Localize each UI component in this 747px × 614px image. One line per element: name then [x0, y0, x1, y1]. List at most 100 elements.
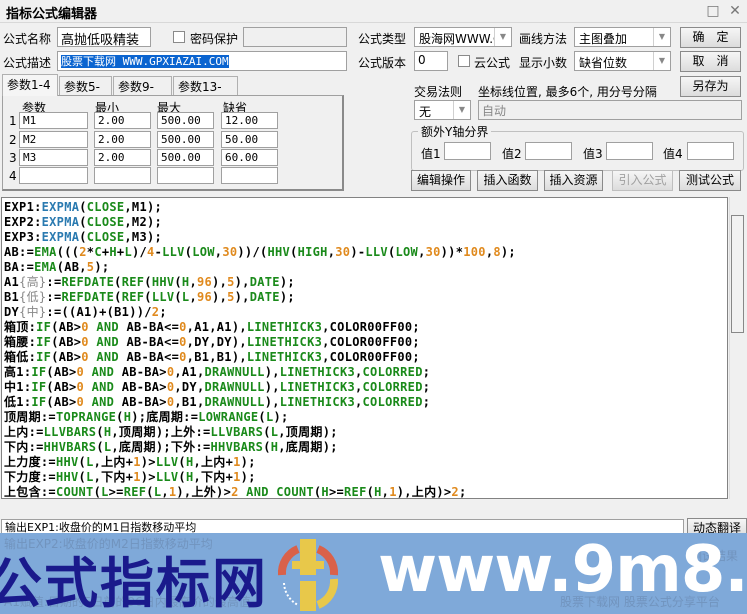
code-token: EXPMA [41, 200, 80, 214]
code-token: ); [273, 410, 289, 424]
y-value-2-input[interactable] [525, 142, 572, 160]
code-line: EXP2:EXPMA(CLOSE,M2); [4, 215, 162, 230]
param-name-input[interactable]: M2 [19, 131, 88, 148]
code-token: - [154, 245, 163, 259]
code-line: 上包含:=COUNT(L>=REF(L,1),上外)>2 AND COUNT(H… [4, 485, 467, 499]
y-value-4-label: 值4 [663, 147, 683, 161]
password-checkbox[interactable] [173, 31, 185, 43]
code-token: 低1: [4, 395, 32, 409]
code-token: 1 [133, 455, 141, 469]
code-token: HHVBARS [210, 440, 264, 454]
code-token: ; [422, 395, 431, 409]
code-token: 1 [133, 470, 141, 484]
import-formula-button[interactable]: 引入公式 [612, 170, 673, 191]
code-token: 高1: [4, 365, 32, 379]
code-token: (AB> [51, 335, 82, 349]
code-token: ,COLOR00FF00; [322, 350, 420, 364]
param-default-input[interactable] [221, 167, 278, 184]
param-max-input[interactable]: 500.00 [157, 149, 214, 166]
code-token: ; [458, 485, 467, 499]
cloud-formula-checkbox[interactable] [458, 55, 470, 67]
code-token: ), [234, 275, 250, 289]
code-token: AB:= [4, 245, 35, 259]
cancel-button[interactable]: 取 消 [680, 51, 741, 72]
param-name-input[interactable] [19, 167, 88, 184]
password-input[interactable] [243, 27, 347, 47]
code-token: 0 [76, 365, 85, 379]
insert-function-button[interactable]: 插入函数 [477, 170, 538, 191]
code-token: 0 [81, 350, 89, 364]
ok-button[interactable]: 确 定 [680, 27, 741, 48]
formula-code-editor[interactable]: EXP1:EXPMA(CLOSE,M1); EXP2:EXPMA(CLOSE,M2… [1, 197, 728, 499]
tab-params-5-8[interactable]: 参数5-8 [59, 76, 112, 109]
code-token: ,底周期); [278, 440, 338, 454]
y-value-1-input[interactable] [444, 142, 491, 160]
code-token: 30 [222, 245, 238, 259]
close-icon[interactable]: ✕ [726, 2, 744, 20]
formula-type-select[interactable]: 股海网WWW.GU ▼ [414, 27, 512, 47]
y-value-3-input[interactable] [606, 142, 653, 160]
code-token: ), [264, 380, 280, 394]
code-token: ( [174, 290, 182, 304]
code-token: ( [116, 410, 124, 424]
test-formula-button[interactable]: 测试公式 [679, 170, 741, 191]
decimal-select[interactable]: 缺省位数 ▼ [574, 51, 671, 71]
param-default-input[interactable]: 50.00 [221, 131, 278, 148]
code-token: ( [79, 230, 87, 244]
code-token: CLOSE [86, 215, 125, 229]
maximize-icon[interactable]: □ [704, 2, 722, 20]
code-token: HHV [267, 245, 291, 259]
code-token: REF [344, 485, 367, 499]
insert-resource-button[interactable]: 插入资源 [544, 170, 603, 191]
param-min-input[interactable]: 2.00 [94, 112, 151, 129]
formula-name-input[interactable]: 高抛低吸精装 [57, 27, 151, 47]
save-as-button[interactable]: 另存为 [680, 76, 741, 97]
edit-operations-button[interactable]: 编辑操作 [411, 170, 471, 191]
axis-position-input[interactable]: 自动 [478, 100, 742, 120]
code-token: DRAWNULL [204, 395, 265, 409]
code-token: ); [94, 260, 110, 274]
param-max-input[interactable] [157, 167, 214, 184]
param-default-input[interactable]: 60.00 [221, 149, 278, 166]
param-default-input[interactable]: 12.00 [221, 112, 278, 129]
code-token: COLORRED [362, 380, 423, 394]
code-token: (AB> [46, 380, 77, 394]
formula-desc-input[interactable]: 股票下载网 WWW.GPXIAZAI.COM [57, 51, 347, 71]
tab-params-13-16[interactable]: 参数13-16 [173, 76, 238, 109]
code-token: AB-BA> [121, 380, 167, 394]
code-token: AB-BA> [121, 395, 167, 409]
row-number: 3 [9, 151, 17, 165]
param-max-input[interactable]: 500.00 [157, 112, 214, 129]
param-min-input[interactable]: 2.00 [94, 149, 151, 166]
code-token: 5 [227, 275, 235, 289]
param-min-input[interactable] [94, 167, 151, 184]
code-token: ( [93, 485, 102, 499]
param-max-input[interactable]: 500.00 [157, 131, 214, 148]
code-line: 上力度:=HHV(L,上内+1)>LLV(H,上内+1); [4, 455, 256, 470]
draw-method-select[interactable]: 主图叠加 ▼ [574, 27, 671, 47]
y-value-4-input[interactable] [687, 142, 734, 160]
code-token: )- [350, 245, 366, 259]
code-token: (AB, [56, 260, 87, 274]
tab-params-9-12[interactable]: 参数9-12 [113, 76, 172, 109]
param-min-input[interactable]: 2.00 [94, 131, 151, 148]
code-token: ( [146, 485, 154, 499]
tab-params-1-4[interactable]: 参数1-4 [2, 74, 58, 96]
formula-version-input[interactable]: 0 [414, 51, 448, 71]
formula-type-label: 公式类型 [358, 32, 407, 46]
code-token: ,A1,A1), [186, 320, 247, 334]
code-token: LINETHICK3 [246, 320, 323, 334]
code-token: 中1: [4, 380, 32, 394]
param-name-input[interactable]: M3 [19, 149, 88, 166]
scrollbar-thumb[interactable] [731, 215, 744, 333]
code-token: ( [263, 440, 271, 454]
trade-rule-select[interactable]: 无 ▼ [414, 100, 471, 120]
code-token: 4 [147, 245, 155, 259]
code-token: )> [140, 470, 156, 484]
code-token: L [86, 470, 94, 484]
param-name-input[interactable]: M1 [19, 112, 88, 129]
code-token: LINETHICK3 [279, 365, 355, 379]
code-token: EXP1: [4, 200, 42, 214]
code-token: EXPMA [41, 215, 80, 229]
code-token: DRAWNULL [204, 365, 265, 379]
